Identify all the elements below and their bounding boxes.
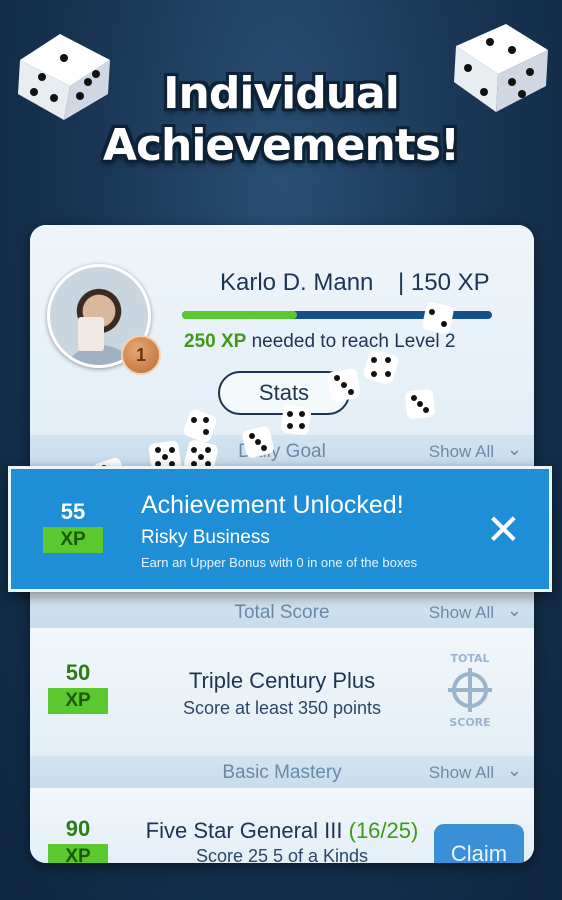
seal-bottom-text: SCORE — [449, 716, 490, 729]
close-icon[interactable]: ✕ — [486, 509, 521, 551]
xp-progress-fill — [182, 311, 297, 319]
avatar-cup — [78, 317, 104, 351]
achievement-card[interactable]: 50 XP Triple Century Plus Score at least… — [30, 628, 534, 756]
show-all-link[interactable]: Show All — [429, 603, 494, 623]
show-all-link[interactable]: Show All — [429, 763, 494, 783]
achievement-unlocked-toast[interactable]: 55 XP Achievement Unlocked! Risky Busine… — [8, 466, 552, 592]
claim-button[interactable]: Claim — [434, 824, 524, 863]
chevron-down-icon[interactable]: ⌄ — [507, 439, 522, 460]
player-name: Karlo D. Mann — [220, 269, 374, 296]
toast-description: Earn an Upper Bonus with 0 in one of the… — [141, 555, 418, 570]
show-all-link[interactable]: Show All — [429, 442, 494, 462]
level-badge: 1 — [121, 335, 161, 375]
xp-needed-value: 250 XP — [184, 331, 247, 352]
toast-title: Achievement Unlocked! — [141, 491, 404, 519]
chevron-down-icon[interactable]: ⌄ — [507, 760, 522, 781]
xp-total: | 150 XP — [398, 269, 490, 296]
dice-icon — [363, 349, 399, 385]
seal-top-text: TOTAL — [450, 652, 489, 665]
toast-achievement-name: Risky Business — [141, 527, 270, 548]
xp-ribbon: 55 XP — [35, 499, 111, 553]
xp-value: 55 — [60, 499, 86, 524]
xp-needed-text: 250 XP needed to reach Level 2 — [184, 331, 456, 353]
dice-icon — [327, 368, 361, 402]
achievement-title-text: Five Star General III — [145, 818, 343, 843]
dice-icon — [422, 302, 454, 334]
headline-line2: Achievements! — [102, 120, 460, 171]
achievement-card[interactable]: 90 XP Five Star General III (16/25) Scor… — [30, 788, 534, 863]
dice-icon — [242, 426, 274, 458]
chevron-down-icon[interactable]: ⌄ — [507, 600, 522, 621]
dice-icon — [280, 404, 312, 436]
achievement-progress: (16/25) — [348, 818, 419, 843]
xp-unit: XP — [43, 527, 103, 553]
total-score-seal-icon: TOTAL SCORE — [448, 652, 492, 729]
dice-icon — [405, 389, 435, 419]
section-header-total-score[interactable]: Total Score Show All ⌄ — [30, 596, 534, 628]
section-header-basic-mastery[interactable]: Basic Mastery Show All ⌄ — [30, 756, 534, 788]
headline-line1: Individual — [163, 68, 400, 119]
